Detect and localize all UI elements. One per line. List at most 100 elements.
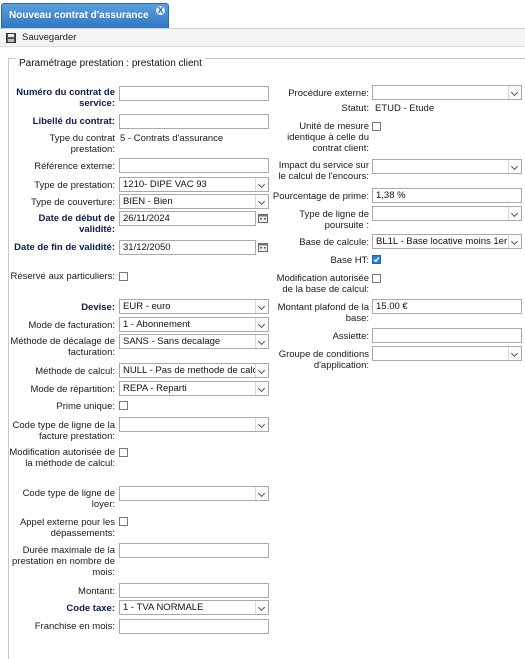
numero-contrat-label: Numéro du contrat de service: — [16, 87, 115, 109]
devise-value: EUR - euro — [123, 301, 171, 312]
methode-calcul-value: NULL - Pas de methode de calcul — [123, 365, 265, 376]
franchise-input[interactable] — [119, 619, 269, 634]
base-ht-label: Base HT: — [330, 255, 369, 266]
date-fin-label: Date de fin de validité: — [14, 242, 115, 253]
methode-decalage-value: SANS - Sans decalage — [123, 336, 221, 347]
calendar-icon[interactable] — [258, 213, 268, 223]
tab-nouveau-contrat[interactable]: Nouveau contrat d'assurance X — [1, 3, 169, 28]
groupe-conditions-label: Groupe de conditions d'application: — [278, 349, 369, 371]
statut-label: Statut: — [341, 103, 369, 114]
type-ligne-poursuite-select[interactable] — [372, 206, 522, 221]
base-ht-checkbox[interactable] — [372, 255, 381, 264]
chevron-down-icon[interactable] — [255, 382, 268, 395]
franchise-label: Franchise en mois: — [34, 621, 115, 632]
toolbar: Sauvegarder — [0, 29, 525, 47]
check-icon — [373, 256, 380, 263]
code-taxe-value: 1 - TVA NORMALE — [123, 602, 204, 613]
chevron-down-icon[interactable] — [508, 160, 521, 173]
chevron-down-icon[interactable] — [255, 318, 268, 331]
prime-unique-checkbox[interactable] — [119, 401, 128, 410]
impact-encours-label: Impact du service sur le calcul de l'enc… — [278, 160, 369, 182]
montant-label: Montant: — [78, 586, 115, 597]
mode-facturation-value: 1 - Abonnement — [123, 319, 191, 330]
methode-calcul-label: Méthode de calcul: — [35, 366, 115, 377]
date-fin-input[interactable]: 31/12/2050 — [119, 240, 256, 255]
unite-mesure-label: Unité de mesure identique à celle du con… — [287, 121, 369, 154]
libelle-contrat-input[interactable] — [119, 114, 269, 129]
code-ligne-facture-label: Code type de ligne de la facture prestat… — [12, 420, 115, 442]
libelle-contrat-label: Libellé du contrat: — [32, 116, 115, 127]
code-ligne-facture-select[interactable] — [119, 417, 269, 432]
numero-contrat-input[interactable] — [119, 86, 269, 101]
chevron-down-icon[interactable] — [508, 235, 521, 248]
tab-bar: Nouveau contrat d'assurance X — [0, 0, 525, 29]
assiette-label: Assiette: — [332, 331, 369, 342]
duree-maximale-input[interactable] — [119, 543, 269, 558]
chevron-down-icon[interactable] — [255, 300, 268, 313]
reference-externe-label: Référence externe: — [34, 161, 115, 172]
devise-label: Devise: — [81, 302, 115, 313]
code-taxe-label: Code taxe: — [66, 603, 115, 614]
assiette-input[interactable] — [372, 328, 522, 343]
appel-externe-checkbox[interactable] — [119, 517, 128, 526]
mode-facturation-label: Mode de facturation: — [28, 320, 115, 331]
chevron-down-icon[interactable] — [255, 487, 268, 500]
type-prestation-label: Type de prestation: — [34, 180, 115, 191]
chevron-down-icon[interactable] — [255, 364, 268, 377]
modif-base-calcul-checkbox[interactable] — [372, 274, 381, 283]
date-debut-input[interactable]: 26/11/2024 — [119, 211, 256, 226]
chevron-down-icon[interactable] — [255, 178, 268, 191]
save-label: Sauvegarder — [22, 32, 77, 43]
methode-decalage-label: Méthode de décalage de facturation: — [10, 336, 115, 358]
chevron-down-icon[interactable] — [255, 335, 268, 348]
methode-calcul-select[interactable]: NULL - Pas de methode de calcul — [119, 363, 269, 378]
modif-methode-calcul-checkbox[interactable] — [119, 448, 128, 457]
type-contrat-label: Type du contrat prestation: — [49, 133, 115, 155]
chevron-down-icon[interactable] — [255, 195, 268, 208]
montant-plafond-input[interactable]: 15.00 € — [372, 299, 522, 314]
type-ligne-poursuite-label: Type de ligne de poursuite : — [299, 209, 369, 231]
code-ligne-loyer-select[interactable] — [119, 486, 269, 501]
unite-mesure-checkbox[interactable] — [372, 122, 381, 131]
chevron-down-icon[interactable] — [255, 418, 268, 431]
save-icon — [6, 33, 16, 43]
montant-plafond-label: Montant plafond de la base: — [277, 302, 369, 324]
modif-base-calcul-label: Modification autorisée de la base de cal… — [276, 273, 369, 295]
methode-decalage-select[interactable]: SANS - Sans decalage — [119, 334, 269, 349]
reserve-particuliers-checkbox[interactable] — [119, 272, 128, 281]
reference-externe-input[interactable] — [119, 158, 269, 173]
modif-methode-calcul-label: Modification autorisée de la méthode de … — [9, 447, 115, 469]
date-debut-label: Date de début de validité: — [38, 213, 115, 235]
mode-repartition-select[interactable]: REPA - Reparti — [119, 381, 269, 396]
impact-encours-select[interactable] — [372, 159, 522, 174]
chevron-down-icon[interactable] — [255, 601, 268, 614]
prime-unique-label: Prime unique: — [56, 401, 115, 412]
procedure-externe-select[interactable] — [372, 85, 522, 100]
tab-title: Nouveau contrat d'assurance — [9, 10, 149, 21]
type-prestation-select[interactable]: 1210- DIPE VAC 93 — [119, 177, 269, 192]
mode-facturation-select[interactable]: 1 - Abonnement — [119, 317, 269, 332]
groupe-conditions-select[interactable] — [372, 346, 522, 361]
base-calcul-label: Base de calcule: — [299, 237, 369, 248]
type-prestation-value: 1210- DIPE VAC 93 — [123, 179, 207, 190]
close-icon[interactable]: X — [156, 6, 165, 15]
chevron-down-icon[interactable] — [508, 207, 521, 220]
type-couverture-select[interactable]: BIEN - Bien — [119, 194, 269, 209]
chevron-down-icon[interactable] — [508, 86, 521, 99]
base-calcul-select[interactable]: BL1L - Base locative moins 1er loyer — [372, 234, 522, 249]
type-couverture-label: Type de couverture: — [31, 197, 115, 208]
section-legend: Paramétrage prestation : prestation clie… — [16, 58, 205, 69]
calendar-icon[interactable] — [258, 242, 268, 252]
mode-repartition-value: REPA - Reparti — [123, 383, 187, 394]
duree-maximale-label: Durée maximale de la prestation en nombr… — [12, 545, 115, 578]
pourcentage-prime-label: Pourcentage de prime: — [272, 191, 369, 202]
procedure-externe-label: Procédure externe: — [288, 88, 369, 99]
montant-input[interactable] — [119, 583, 269, 598]
mode-repartition-label: Mode de répartition: — [30, 384, 116, 395]
devise-select[interactable]: EUR - euro — [119, 299, 269, 314]
chevron-down-icon[interactable] — [508, 347, 521, 360]
pourcentage-prime-input[interactable]: 1,38 % — [372, 188, 522, 203]
type-contrat-value: 5 - Contrats d'assurance — [120, 133, 224, 144]
code-taxe-select[interactable]: 1 - TVA NORMALE — [119, 600, 269, 615]
code-ligne-loyer-label: Code type de ligne de loyer: — [22, 488, 115, 510]
